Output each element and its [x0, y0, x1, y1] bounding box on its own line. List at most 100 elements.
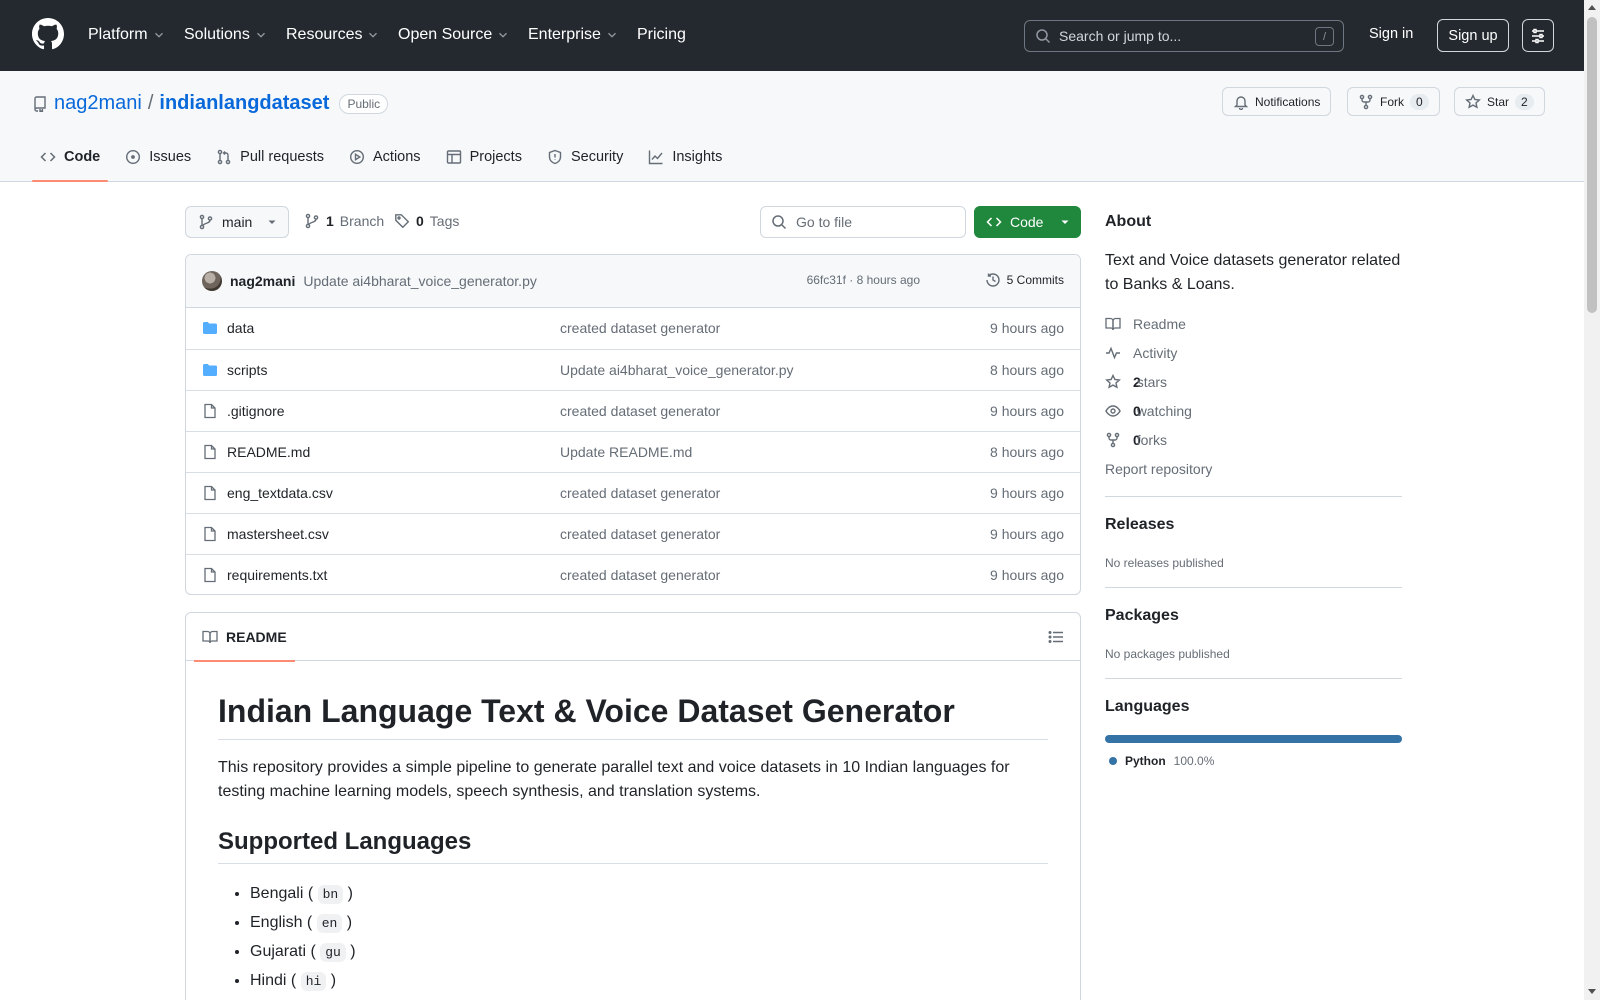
file-row-scripts[interactable]: scripts Update ai4bharat_voice_generator…: [186, 349, 1080, 390]
tab-pull-requests[interactable]: Pull requests: [208, 132, 332, 182]
readme-link[interactable]: Readme: [1105, 316, 1186, 332]
file-name-link[interactable]: .gitignore: [227, 403, 285, 419]
star-count: 2: [1515, 93, 1534, 110]
nav-enterprise[interactable]: Enterprise: [528, 24, 619, 46]
file-commit-message-link[interactable]: created dataset generator: [560, 320, 720, 336]
nav-open-source[interactable]: Open Source: [398, 24, 510, 46]
go-to-file-input[interactable]: Go to file: [760, 206, 966, 238]
language-name: Python: [1125, 754, 1166, 768]
tags-link[interactable]: 0 Tags: [394, 213, 459, 229]
file-commit-message-link[interactable]: created dataset generator: [560, 485, 720, 501]
global-search-input[interactable]: Search or jump to... /: [1024, 20, 1344, 52]
scrollbar-thumb[interactable]: [1587, 17, 1597, 313]
file-icon: [204, 485, 216, 501]
file-commit-time: 9 hours ago: [990, 567, 1064, 583]
file-row-data[interactable]: data created dataset generator 9 hours a…: [186, 308, 1080, 349]
tab-projects[interactable]: Projects: [438, 132, 530, 182]
releases-heading[interactable]: Releases: [1105, 516, 1174, 534]
fork-icon: [1106, 432, 1120, 448]
language-item-python[interactable]: Python 100.0%: [1109, 754, 1214, 768]
tab-issues[interactable]: Issues: [117, 132, 199, 182]
search-icon: [772, 215, 787, 230]
git-branch-icon: [305, 213, 319, 229]
nav-pricing[interactable]: Pricing: [637, 24, 686, 46]
notifications-button[interactable]: Notifications: [1222, 87, 1332, 116]
nav-platform[interactable]: Platform: [88, 24, 166, 46]
file-commit-message-link[interactable]: Update README.md: [560, 444, 692, 460]
fork-label: Fork: [1380, 94, 1404, 109]
tab-insights[interactable]: Insights: [640, 132, 730, 182]
sign-in-link[interactable]: Sign in: [1369, 26, 1413, 42]
file-commit-message-link[interactable]: Update ai4bharat_voice_generator.py: [560, 362, 794, 378]
file-name-link[interactable]: README.md: [227, 444, 310, 460]
tag-icon: [395, 214, 410, 229]
commits-link[interactable]: 5 Commits: [985, 272, 1064, 288]
language-color-dot: [1109, 757, 1117, 765]
branch-count: 1: [326, 213, 334, 229]
code-icon: [986, 217, 1002, 227]
file-name-link[interactable]: eng_textdata.csv: [227, 485, 333, 501]
repo-name-link[interactable]: indianlangdataset: [159, 92, 329, 115]
nav-resources[interactable]: Resources: [286, 24, 380, 46]
scroll-up-arrow-icon[interactable]: [1588, 5, 1596, 10]
file-name-link[interactable]: requirements.txt: [227, 567, 327, 583]
command-palette-button[interactable]: [1522, 19, 1554, 52]
code-download-button[interactable]: Code: [974, 206, 1081, 238]
commit-message-link[interactable]: Update ai4bharat_voice_generator.py: [303, 273, 537, 289]
nav-solutions[interactable]: Solutions: [184, 24, 268, 46]
packages-heading[interactable]: Packages: [1105, 607, 1179, 625]
sidebar-divider: [1105, 496, 1402, 497]
avatar[interactable]: [202, 271, 222, 291]
readme-link-label: Readme: [1133, 316, 1186, 332]
readme-tab[interactable]: README: [194, 613, 295, 662]
tab-code[interactable]: Code: [32, 132, 109, 182]
branch-selector[interactable]: main: [185, 206, 289, 238]
book-icon: [1105, 317, 1121, 331]
tab-security[interactable]: Security: [539, 132, 631, 182]
commit-author-link[interactable]: nag2mani: [230, 273, 295, 289]
forks-link[interactable]: 0 forks: [1105, 432, 1167, 448]
file-list: data created dataset generator 9 hours a…: [186, 308, 1080, 594]
eye-icon: [1105, 405, 1121, 417]
file-row-eng-textdata[interactable]: eng_textdata.csv created dataset generat…: [186, 472, 1080, 513]
watching-link[interactable]: 0 watching: [1105, 403, 1192, 419]
github-logo-icon[interactable]: [32, 18, 64, 50]
tab-actions[interactable]: Actions: [341, 132, 429, 182]
file-row-gitignore[interactable]: .gitignore created dataset generator 9 h…: [186, 390, 1080, 431]
star-button[interactable]: Star 2: [1454, 87, 1545, 116]
language-name: English: [250, 914, 303, 931]
file-name-link[interactable]: data: [227, 320, 254, 336]
caret-down-icon: [1061, 220, 1069, 224]
report-repository-link[interactable]: Report repository: [1105, 461, 1212, 477]
file-row-readme[interactable]: README.md Update README.md 8 hours ago: [186, 431, 1080, 472]
releases-empty-note: No releases published: [1105, 556, 1224, 570]
repo-owner-link[interactable]: nag2mani: [54, 92, 142, 115]
chevron-down-icon: [154, 32, 163, 38]
visibility-badge: Public: [339, 93, 389, 114]
file-name-link[interactable]: scripts: [227, 362, 267, 378]
latest-commit-bar: nag2mani Update ai4bharat_voice_generato…: [186, 255, 1080, 308]
tag-label: Tags: [429, 213, 460, 229]
branches-link[interactable]: 1 Branch: [304, 213, 384, 229]
activity-link[interactable]: Activity: [1105, 345, 1177, 361]
page-scrollbar[interactable]: [1584, 0, 1600, 1000]
file-commit-message-link[interactable]: created dataset generator: [560, 526, 720, 542]
list-unordered-icon[interactable]: [1048, 629, 1064, 645]
file-commit-time: 8 hours ago: [990, 444, 1064, 460]
bell-icon: [1233, 95, 1249, 110]
language-code: bn: [317, 885, 344, 904]
file-name-link[interactable]: mastersheet.csv: [227, 526, 329, 542]
sign-up-button[interactable]: Sign up: [1437, 19, 1509, 52]
file-commit-message-link[interactable]: created dataset generator: [560, 403, 720, 419]
file-commit-message-link[interactable]: created dataset generator: [560, 567, 720, 583]
file-row-requirements[interactable]: requirements.txt created dataset generat…: [186, 554, 1080, 594]
repo-path-separator: /: [147, 92, 154, 114]
file-row-mastersheet[interactable]: mastersheet.csv created dataset generato…: [186, 513, 1080, 554]
readme-content: Indian Language Text & Voice Dataset Gen…: [186, 693, 1080, 996]
scroll-down-arrow-icon[interactable]: [1588, 989, 1596, 994]
nav-platform-label: Platform: [88, 26, 148, 43]
stars-link[interactable]: 2 stars: [1105, 374, 1167, 390]
fork-button[interactable]: Fork 0: [1347, 87, 1440, 116]
branch-label: Branch: [339, 213, 385, 229]
commit-hash-link[interactable]: 66fc31f: [807, 273, 846, 287]
